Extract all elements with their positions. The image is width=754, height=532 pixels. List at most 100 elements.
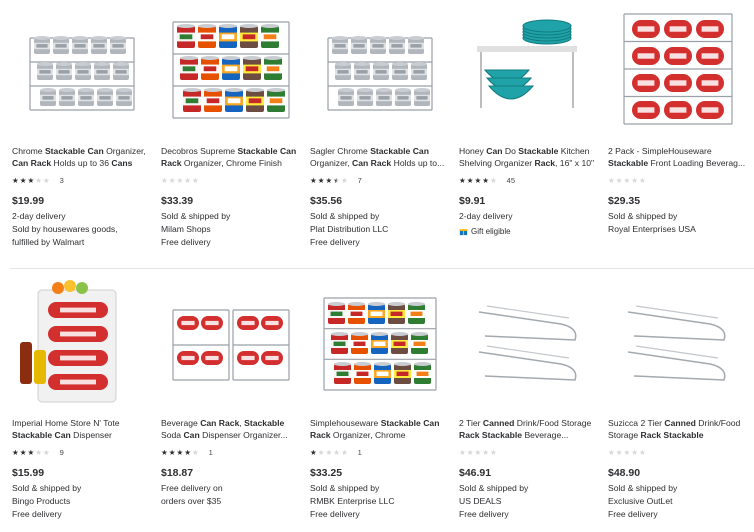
star-icon: ★ (176, 447, 184, 457)
review-count[interactable]: 1 (209, 448, 213, 457)
product-price: $35.56 (310, 195, 343, 207)
star-icon: ★ (310, 447, 317, 457)
product-title[interactable]: Suzicca 2 Tier Canned Drink/Food Storage… (608, 417, 746, 441)
product-card[interactable]: 2 Tier Canned Drink/Food Storage Rack St… (457, 272, 597, 532)
star-icon: ★ (482, 175, 489, 185)
fulfillment-text: Sold & shipped by (161, 211, 231, 221)
product-card[interactable]: Simplehouseware Stackable Can Rack Organ… (308, 272, 448, 532)
star-rating: ★ ★ ★ ★ ★ (161, 175, 199, 185)
product-title[interactable]: Honey Can Do Stackable Kitchen Shelving … (459, 145, 597, 169)
fulfillment-text: 2-day delivery (12, 211, 66, 221)
review-count[interactable]: 9 (60, 448, 64, 457)
product-card[interactable]: 2 Pack - SimpleHouseware Stackable Front… (606, 0, 746, 262)
product-image[interactable] (167, 8, 295, 136)
review-count[interactable]: 45 (507, 176, 515, 185)
product-title[interactable]: Beverage Can Rack, Stackable Soda Can Di… (161, 417, 299, 441)
star-icon: ★ (631, 175, 638, 185)
review-count[interactable]: 1 (358, 448, 362, 457)
product-image[interactable] (614, 280, 742, 408)
product-title[interactable]: Chrome Stackable Can Organizer, Can Rack… (12, 145, 150, 169)
fulfillment-text: US DEALS (459, 496, 502, 506)
fulfillment-text: Milam Shops (161, 224, 211, 234)
product-card[interactable]: Beverage Can Rack, Stackable Soda Can Di… (159, 272, 299, 532)
star-rating: ★ ★ ★ ★ ★ 7 (310, 175, 362, 185)
product-card[interactable]: Sagler Chrome Stackable Can Organizer, C… (308, 0, 448, 262)
star-icon: ★ (474, 447, 482, 457)
star-icon: ★ (35, 175, 42, 185)
product-title[interactable]: Imperial Home Store N' Tote Stackable Ca… (12, 417, 150, 441)
fulfillment-text: Sold & shipped by (310, 211, 380, 221)
star-icon: ★ (325, 447, 333, 457)
product-title[interactable]: Sagler Chrome Stackable Can Organizer, C… (310, 145, 448, 169)
product-image[interactable] (614, 8, 742, 136)
product-image[interactable] (465, 8, 593, 136)
fulfillment-text: orders over $35 (161, 496, 222, 506)
product-card[interactable]: Decobros Supreme Stackable Can Rack Orga… (159, 0, 299, 262)
star-rating: ★ ★ ★ ★ ★ (608, 447, 646, 457)
fulfillment-text: Free delivery (310, 509, 360, 519)
star-icon: ★ (191, 447, 199, 457)
fulfillment-text: Free delivery (310, 237, 360, 247)
gift-icon (459, 229, 468, 236)
star-icon: ★ (466, 175, 474, 185)
star-icon: ★ (340, 175, 348, 185)
star-icon: ★ (27, 175, 35, 185)
star-icon: ★ (42, 175, 50, 185)
star-icon: ★ (184, 447, 191, 457)
fulfillment-text: fulfilled by Walmart (12, 237, 85, 247)
star-rating: ★ ★ ★ ★ ★ 45 (459, 175, 515, 185)
product-title[interactable]: 2 Pack - SimpleHouseware Stackable Front… (608, 145, 746, 169)
fulfillment-text: Sold & shipped by (310, 483, 380, 493)
product-price: $19.99 (12, 195, 45, 207)
star-icon: ★ (489, 175, 497, 185)
star-icon: ★ (615, 175, 623, 185)
star-rating: ★ ★ ★ ★ ★ 3 (12, 175, 64, 185)
star-icon: ★ (35, 447, 42, 457)
star-icon: ★ (184, 175, 191, 185)
product-card[interactable]: Imperial Home Store N' Tote Stackable Ca… (10, 272, 150, 532)
product-image[interactable] (18, 280, 146, 408)
star-icon: ★ (608, 175, 615, 185)
product-row-2: Imperial Home Store N' Tote Stackable Ca… (0, 272, 754, 532)
star-icon: ★ (42, 447, 50, 457)
fulfillment-text: Free delivery (459, 509, 509, 519)
product-image[interactable] (18, 8, 146, 136)
product-title[interactable]: Simplehouseware Stackable Can Rack Organ… (310, 417, 448, 441)
star-icon: ★ (333, 175, 340, 185)
product-card[interactable]: Honey Can Do Stackable Kitchen Shelving … (457, 0, 597, 262)
star-icon: ★ (27, 447, 35, 457)
product-price: $46.91 (459, 467, 492, 479)
product-price: $9.91 (459, 195, 486, 207)
product-image[interactable] (465, 280, 593, 408)
star-rating: ★ ★ ★ ★ ★ (608, 175, 646, 185)
fulfillment-text: Sold & shipped by (608, 483, 678, 493)
star-icon: ★ (310, 175, 317, 185)
review-count[interactable]: 7 (358, 176, 362, 185)
star-icon: ★ (608, 447, 615, 457)
fulfillment-text: RMBK Enterprise LLC (310, 496, 395, 506)
fulfillment-text: Sold & shipped by (608, 211, 678, 221)
star-rating: ★ ★ ★ ★ ★ (459, 447, 497, 457)
product-title[interactable]: Decobros Supreme Stackable Can Rack Orga… (161, 145, 299, 169)
product-title[interactable]: 2 Tier Canned Drink/Food Storage Rack St… (459, 417, 597, 441)
product-image[interactable] (167, 280, 295, 408)
review-count[interactable]: 3 (60, 176, 64, 185)
fulfillment-text: Free delivery (608, 509, 658, 519)
product-image[interactable] (316, 8, 444, 136)
star-icon: ★ (623, 447, 631, 457)
product-row-1: Chrome Stackable Can Organizer, Can Rack… (0, 0, 754, 262)
star-icon: ★ (12, 447, 19, 457)
star-icon: ★ (638, 447, 646, 457)
star-icon: ★ (615, 447, 623, 457)
fulfillment-text: Free delivery (12, 509, 62, 519)
product-card[interactable]: Suzicca 2 Tier Canned Drink/Food Storage… (606, 272, 746, 532)
star-icon: ★ (168, 447, 176, 457)
fulfillment-text: Sold & shipped by (12, 483, 82, 493)
star-icon: ★ (623, 175, 631, 185)
star-rating: ★ ★ ★ ★ ★ 1 (310, 447, 362, 457)
product-image[interactable] (316, 280, 444, 408)
product-card[interactable]: Chrome Stackable Can Organizer, Can Rack… (10, 0, 150, 262)
star-icon: ★ (489, 447, 497, 457)
product-price: $18.87 (161, 467, 194, 479)
star-icon: ★ (459, 447, 466, 457)
